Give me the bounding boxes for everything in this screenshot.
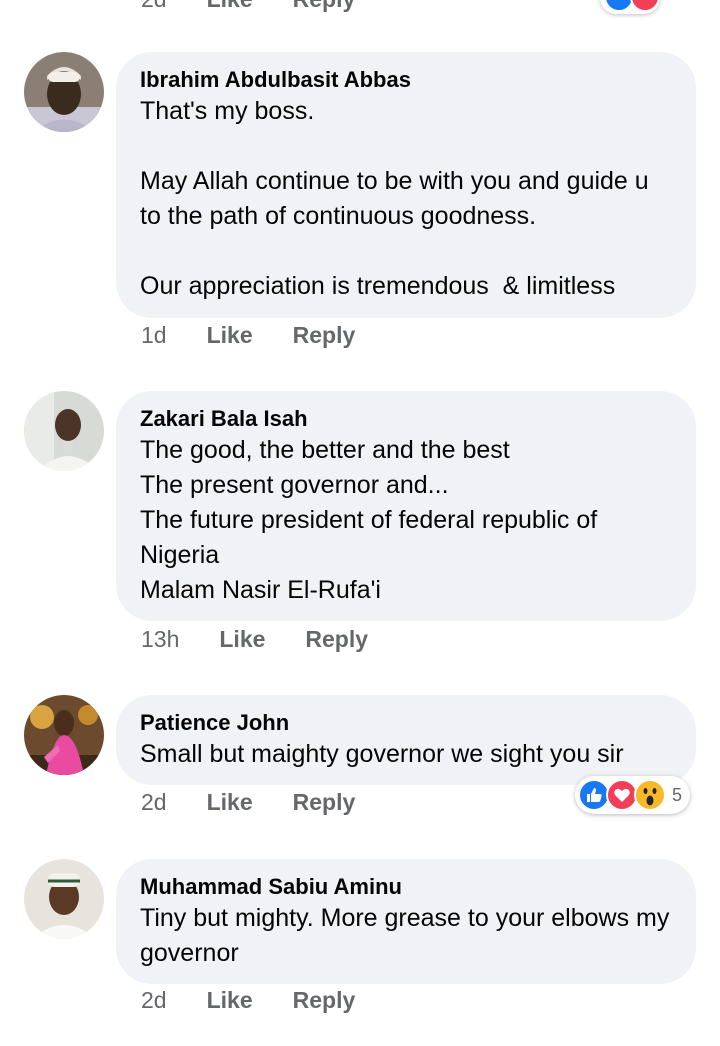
like-button[interactable]: Like: [207, 987, 253, 1014]
avatar[interactable]: [24, 391, 104, 471]
prev-comment-actions: 2d Like Reply: [141, 0, 355, 13]
comment-bubble[interactable]: Ibrahim Abdulbasit Abbas That's my boss.…: [116, 52, 696, 318]
avatar[interactable]: [24, 859, 104, 939]
comment-time: 2d: [141, 0, 167, 13]
comment-bubble[interactable]: Muhammad Sabiu Aminu Tiny but mighty. Mo…: [116, 859, 696, 984]
comment-author[interactable]: Muhammad Sabiu Aminu: [140, 873, 672, 901]
comment-text: The good, the better and the best The pr…: [140, 436, 598, 604]
comment-time: 1d: [141, 322, 167, 348]
comment-actions: 2d Like Reply: [141, 987, 355, 1014]
reaction-count: 5: [671, 784, 682, 805]
comment-text: Tiny but mighty. More grease to your elb…: [140, 904, 677, 967]
reply-button[interactable]: Reply: [305, 626, 368, 653]
reply-button[interactable]: Reply: [293, 789, 356, 816]
comment-time: 2d: [141, 789, 167, 815]
comment-time: 13h: [141, 626, 180, 652]
prev-comment-reactions[interactable]: [600, 0, 660, 14]
comment-bubble[interactable]: Patience John Small but maighty governor…: [116, 695, 696, 785]
like-button[interactable]: Like: [207, 0, 253, 13]
comment-text: That's my boss. May Allah continue to be…: [140, 97, 649, 300]
wow-icon: [633, 779, 666, 811]
comment-actions: 2d Like Reply: [141, 789, 355, 816]
comment-author[interactable]: Patience John: [140, 709, 672, 737]
reactions-summary[interactable]: 5: [574, 776, 690, 814]
reply-button[interactable]: Reply: [293, 0, 356, 13]
reply-button[interactable]: Reply: [293, 322, 356, 349]
comment-time: 2d: [141, 987, 167, 1013]
avatar[interactable]: [24, 52, 104, 132]
like-button[interactable]: Like: [207, 789, 253, 816]
comment-author[interactable]: Ibrahim Abdulbasit Abbas: [140, 66, 672, 94]
like-button[interactable]: Like: [219, 626, 265, 653]
avatar[interactable]: [24, 695, 104, 775]
like-icon: [604, 0, 634, 12]
comment-actions: 13h Like Reply: [141, 626, 368, 653]
like-button[interactable]: Like: [207, 322, 253, 349]
comment-author[interactable]: Zakari Bala Isah: [140, 405, 672, 433]
love-icon: [630, 0, 660, 12]
reply-button[interactable]: Reply: [293, 987, 356, 1014]
comment-actions: 1d Like Reply: [141, 322, 355, 349]
comment-bubble[interactable]: Zakari Bala Isah The good, the better an…: [116, 391, 696, 621]
comment-text: Small but maighty governor we sight you …: [140, 740, 624, 768]
